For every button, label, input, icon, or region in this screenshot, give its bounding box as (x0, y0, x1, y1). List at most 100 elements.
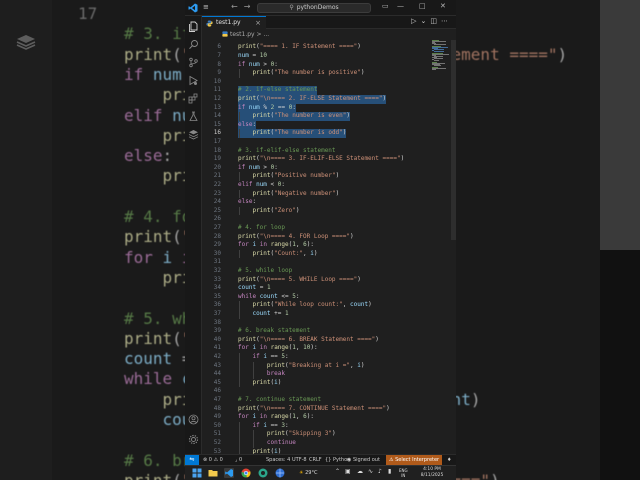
code-line[interactable]: 19 print("\n==== 3. IF-ELIF-ELSE Statemen… (202, 155, 456, 164)
back-arrow-icon[interactable]: ← (231, 2, 244, 11)
code-line[interactable]: 20 if num > 0: (202, 164, 456, 173)
cloud-icon[interactable]: ☁ (357, 469, 363, 475)
code-line[interactable]: 35 while count <= 5: (202, 293, 456, 302)
account-icon[interactable] (188, 414, 199, 425)
code-line[interactable]: 24 else: (202, 198, 456, 207)
chevron-down-icon[interactable]: ⌄ (421, 17, 431, 25)
code-line[interactable]: 50 if i == 3: (202, 422, 456, 431)
eol-indicator[interactable]: CRLF (309, 455, 322, 465)
battery-icon[interactable]: ▮ (388, 469, 391, 475)
code-line[interactable]: 33 print("\n==== 5. WHILE Loop ====") (202, 276, 456, 285)
weather-widget[interactable]: ☀ 29°C (299, 467, 317, 479)
code-line[interactable]: 23 print("Negative number") (202, 190, 456, 199)
menu-icon[interactable]: ≡ (203, 3, 209, 11)
code-line[interactable]: 48 print("\n==== 7. CONTINUE Statement ==… (202, 405, 456, 414)
encoding-indicator[interactable]: UTF-8 (292, 455, 307, 465)
more-actions-icon[interactable]: ⋯ (441, 17, 452, 25)
problems-indicator[interactable]: ⊗ 0 ⚠ 0 (203, 455, 223, 465)
editor-scrollbar[interactable] (451, 40, 456, 240)
ports-indicator[interactable]: ⌟ 0 (235, 455, 242, 465)
search-icon: ⚲ (289, 4, 294, 11)
code-line[interactable]: 52 continue (202, 439, 456, 448)
code-line[interactable]: 36 print("While loop count:", count) (202, 301, 456, 310)
settings-gear-icon[interactable] (188, 434, 199, 445)
breadcrumb[interactable]: test1.py > ... (202, 29, 456, 40)
code-line[interactable]: 6 print("==== 1. IF Statement ====") (202, 43, 456, 52)
code-line[interactable]: 28 print("\n==== 4. FOR Loop ====") (202, 233, 456, 242)
tab-close-icon[interactable]: × (255, 17, 261, 29)
remote-indicator-icon[interactable]: ⇋ (185, 455, 199, 465)
code-line[interactable]: 13 if num % 2 == 0: (202, 103, 456, 113)
volume-icon[interactable]: ♪ (378, 469, 382, 475)
copilot-app-icon[interactable] (258, 468, 268, 478)
code-line[interactable]: 22 elif num < 0: (202, 181, 456, 190)
code-line[interactable]: 42 if i == 5: (202, 353, 456, 362)
testing-icon[interactable] (188, 111, 199, 122)
code-line[interactable]: 8 if num > 0: (202, 61, 456, 70)
code-line[interactable]: 15 else: (202, 120, 456, 130)
code-line[interactable]: 12 print("\n==== 2. IF-ELSE Statement ===… (202, 95, 456, 104)
minimize-icon[interactable]: — (397, 2, 404, 10)
source-control-icon[interactable] (188, 57, 199, 68)
code-line[interactable]: 44 break (202, 370, 456, 379)
code-line[interactable]: 43 print("Breaking at i =", i) (202, 362, 456, 371)
code-line[interactable]: 34 count = 1 (202, 284, 456, 293)
vscode-taskbar-icon[interactable] (224, 468, 234, 478)
tray-app-icon[interactable]: ▣ (345, 469, 351, 475)
split-editor-icon[interactable]: ◫ (430, 17, 441, 25)
minimap[interactable] (432, 40, 450, 70)
code-line[interactable]: 30 print("Count:", i) (202, 250, 456, 259)
code-line[interactable]: 21 print("Positive number") (202, 172, 456, 181)
extensions-icon[interactable] (188, 93, 199, 104)
code-line[interactable]: 29 for i in range(1, 6): (202, 241, 456, 250)
nav-arrows[interactable]: ←→ (231, 2, 256, 11)
run-icon[interactable]: ▷ (411, 17, 420, 25)
code-line[interactable]: 51 print("Skipping 3") (202, 430, 456, 439)
file-explorer-icon[interactable] (208, 468, 218, 478)
code-line[interactable]: 10 (202, 78, 456, 87)
code-line[interactable]: 45 print(i) (202, 379, 456, 388)
globe-app-icon[interactable] (275, 468, 285, 478)
code-line[interactable]: 37 count += 1 (202, 310, 456, 319)
wifi-icon[interactable]: ∿ (368, 469, 373, 475)
layout-icon[interactable]: ▭ (382, 2, 389, 10)
code-line[interactable]: 25 print("Zero") (202, 207, 456, 216)
notifications-bell-icon[interactable]: ♦ (447, 455, 451, 465)
code-line[interactable]: 39 # 6. break statement (202, 327, 456, 336)
code-line[interactable]: 7 num = 10 (202, 52, 456, 61)
account-status[interactable]: ◉ Signed out (347, 455, 380, 465)
code-line[interactable]: 47 # 7. continue statement (202, 396, 456, 405)
code-line[interactable]: 40 print("\n==== 6. BREAK Statement ===="… (202, 336, 456, 345)
code-line[interactable]: 32 # 5. while loop (202, 267, 456, 276)
close-icon[interactable]: ✕ (440, 2, 446, 10)
system-clock[interactable]: 4:10 PM 8/11/2025 (417, 467, 447, 479)
code-editor[interactable]: 5# 1. if statement6print("==== 1. IF Sta… (202, 40, 456, 454)
code-line[interactable]: 31 (202, 258, 456, 267)
search-icon[interactable] (188, 39, 199, 50)
code-line[interactable]: 18 # 3. if-elif-else statement (202, 147, 456, 156)
code-line[interactable]: 14 print("The number is even") (202, 112, 456, 121)
code-line[interactable]: 41 for i in range(1, 10): (202, 344, 456, 353)
code-line[interactable]: 26 (202, 215, 456, 224)
code-line[interactable]: 17 (202, 138, 456, 147)
language-indicator[interactable]: ENG IN (399, 468, 408, 478)
code-line[interactable]: 27 # 4. for loop (202, 224, 456, 233)
tray-chevron-icon[interactable]: ⌃ (335, 469, 340, 475)
code-line[interactable]: 38 (202, 319, 456, 328)
code-line[interactable]: 16 print("The number is odd") (202, 129, 456, 138)
indentation-indicator[interactable]: Spaces: 4 (266, 455, 290, 465)
code-line[interactable]: 46 (202, 387, 456, 396)
select-interpreter-button[interactable]: ⚠ Select Interpreter (386, 455, 442, 465)
code-line[interactable]: 11 # 2. if-else statement (202, 86, 456, 95)
windows-start-icon[interactable] (192, 468, 202, 478)
forward-arrow-icon[interactable]: → (244, 2, 257, 11)
code-line[interactable]: 9 print("The number is positive") (202, 69, 456, 78)
command-center-search[interactable]: ⚲ pythonDemos (257, 3, 371, 13)
run-debug-icon[interactable] (188, 75, 199, 86)
stack-icon[interactable] (188, 129, 199, 140)
maximize-icon[interactable]: □ (419, 2, 426, 10)
chrome-icon[interactable] (241, 468, 251, 478)
code-line[interactable]: 49 for i in range(1, 6): (202, 413, 456, 422)
explorer-icon[interactable] (188, 21, 199, 32)
tab-test1-py[interactable]: test1.py × (202, 16, 266, 29)
